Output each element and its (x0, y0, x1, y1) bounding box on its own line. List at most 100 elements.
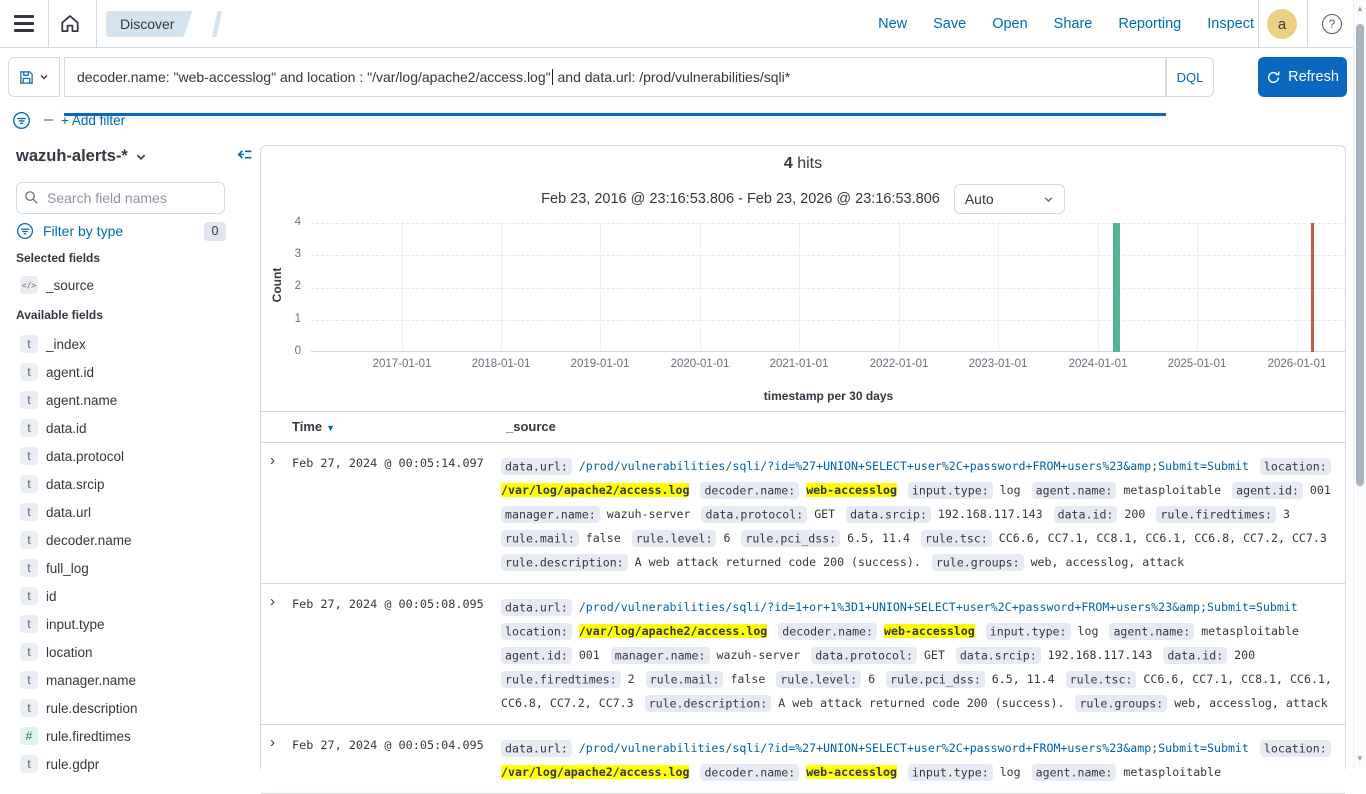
field-name-badge: rule.level: (632, 530, 717, 547)
divider (1307, 0, 1308, 48)
open-button[interactable]: Open (992, 16, 1027, 32)
reporting-button[interactable]: Reporting (1118, 16, 1181, 32)
sidebar-item-field[interactable]: tagent.name (20, 386, 240, 414)
filter-icon[interactable] (12, 111, 31, 130)
field-value: metasploitable (1201, 624, 1299, 638)
sidebar-item-field[interactable]: tinput.type (20, 610, 240, 638)
scroll-up-arrow[interactable]: ▲ (1355, 4, 1365, 13)
string-type-icon: t (20, 643, 38, 661)
query-language-button[interactable]: DQL (1166, 57, 1214, 97)
field-value: web-accesslog (806, 483, 897, 497)
source-field-pair: rule.pci_dss: 6.5, 11.4 (886, 672, 1055, 686)
sidebar-item-source[interactable]: </> _source (20, 276, 94, 294)
sidebar-item-field[interactable]: tid (20, 582, 240, 610)
field-name-badge: rule.level: (776, 671, 861, 688)
help-icon[interactable]: ? (1322, 14, 1342, 34)
gridline (799, 223, 800, 351)
breadcrumb-tail (212, 11, 222, 37)
expand-row-icon[interactable]: › (270, 452, 275, 469)
expand-row-icon[interactable]: › (270, 734, 275, 751)
field-value: 2 (628, 672, 635, 686)
sidebar-item-field[interactable]: tdata.protocol (20, 442, 240, 470)
sidebar-item-field[interactable]: tdata.url (20, 498, 240, 526)
index-pattern-selector[interactable]: wazuh-alerts-* (16, 147, 147, 166)
sidebar-item-field[interactable]: tdecoder.name (20, 526, 240, 554)
field-value: /var/log/apache2/access.log (501, 483, 689, 497)
field-value: log (1000, 765, 1021, 779)
source-field-pair: input.type: log (986, 624, 1099, 638)
x-tick: 2023-01-01 (958, 358, 1038, 370)
source-field-pair: rule.level: 6 (776, 672, 875, 686)
string-type-icon: t (20, 671, 38, 689)
menu-icon[interactable] (14, 15, 34, 32)
source-field-pair: data.id: 200 (1054, 507, 1146, 521)
gridline (1098, 223, 1099, 351)
save-button[interactable]: Save (933, 16, 966, 32)
field-name-badge: location: (1260, 458, 1331, 475)
expand-row-icon[interactable]: › (270, 593, 275, 610)
sidebar-item-field[interactable]: tdata.id (20, 414, 240, 442)
field-name-badge: decoder.name: (778, 623, 877, 640)
source-field-pair: data.url: /prod/vulnerabilities/sqli/?id… (501, 600, 1298, 614)
field-value: 192.168.117.143 (938, 507, 1043, 521)
table-row: › Feb 27, 2024 @ 00:05:04.095 data.url: … (261, 725, 1345, 794)
interval-select[interactable]: Auto (954, 184, 1065, 214)
share-button[interactable]: Share (1054, 16, 1093, 32)
source-field-pair: rule.groups: web, accesslog, attack (1075, 696, 1327, 710)
filter-by-type[interactable]: Filter by type 0 (16, 221, 226, 241)
source-field-pair: rule.pci_dss: 6.5, 11.4 (741, 531, 910, 545)
field-name-badge: input.type: (986, 623, 1071, 640)
refresh-button[interactable]: Refresh (1258, 57, 1347, 97)
inspect-button[interactable]: Inspect (1207, 16, 1254, 32)
x-tick: 2024-01-01 (1058, 358, 1138, 370)
breadcrumb[interactable]: Discover (106, 11, 192, 37)
query-suggestions-panel (64, 97, 1166, 116)
gridline (311, 320, 1346, 321)
sidebar-item-field[interactable]: tlocation (20, 638, 240, 666)
histogram-chart[interactable] (311, 223, 1346, 352)
x-tick: 2020-01-01 (660, 358, 740, 370)
avatar[interactable]: a (1267, 9, 1297, 39)
sidebar-item-field[interactable]: t_index (20, 330, 240, 358)
field-name-badge: data.id: (1163, 647, 1227, 664)
field-name-badge: data.url: (501, 599, 572, 616)
string-type-icon: t (20, 699, 38, 717)
sidebar-item-field[interactable]: trule.gdpr (20, 750, 240, 778)
gridline (501, 223, 502, 351)
sidebar-item-field[interactable]: tmanager.name (20, 666, 240, 694)
histogram-bar[interactable] (1113, 223, 1120, 352)
field-name-badge: rule.pci_dss: (886, 671, 985, 688)
collapse-sidebar-icon[interactable] (236, 146, 253, 163)
column-header-time[interactable]: Time▼ (292, 419, 335, 434)
home-icon[interactable] (59, 13, 81, 35)
string-type-icon: t (20, 363, 38, 381)
field-value: 6 (868, 672, 875, 686)
source-field-pair: data.url: /prod/vulnerabilities/sqli/?id… (501, 459, 1249, 473)
saved-query-menu-button[interactable] (8, 57, 60, 97)
field-value: web, accesslog, attack (1031, 555, 1185, 569)
field-name-badge: location: (501, 623, 572, 640)
y-tick: 1 (261, 313, 301, 325)
sidebar-item-field[interactable]: tagent.id (20, 358, 240, 386)
sidebar-item-field[interactable]: trule.description (20, 694, 240, 722)
top-navigation-bar: Discover New Save Open Share Reporting I… (0, 0, 1366, 48)
sidebar-item-field[interactable]: #rule.firedtimes (20, 722, 240, 750)
query-input[interactable]: decoder.name: "web-accesslog" and locati… (64, 57, 1166, 97)
field-value: false (730, 672, 765, 686)
string-type-icon: t (20, 419, 38, 437)
scroll-down-arrow[interactable]: ▼ (1355, 754, 1365, 763)
scrollbar-thumb[interactable] (1356, 24, 1364, 486)
field-value: wazuh-server (607, 507, 691, 521)
gridline (402, 223, 403, 351)
search-icon (24, 190, 39, 205)
search-field-names-input[interactable] (16, 182, 225, 214)
field-value: web, accesslog, attack (1174, 696, 1328, 710)
new-button[interactable]: New (878, 16, 907, 32)
field-value: metasploitable (1123, 765, 1221, 779)
x-tick: 2021-01-01 (759, 358, 839, 370)
field-value: CC6.6, CC7.1, CC8.1, CC6.1, CC6.8, CC7.2… (999, 531, 1327, 545)
sidebar-item-field[interactable]: tdata.srcip (20, 470, 240, 498)
field-name-badge: manager.name: (611, 647, 710, 664)
x-tick: 2017-01-01 (362, 358, 442, 370)
sidebar-item-field[interactable]: tfull_log (20, 554, 240, 582)
